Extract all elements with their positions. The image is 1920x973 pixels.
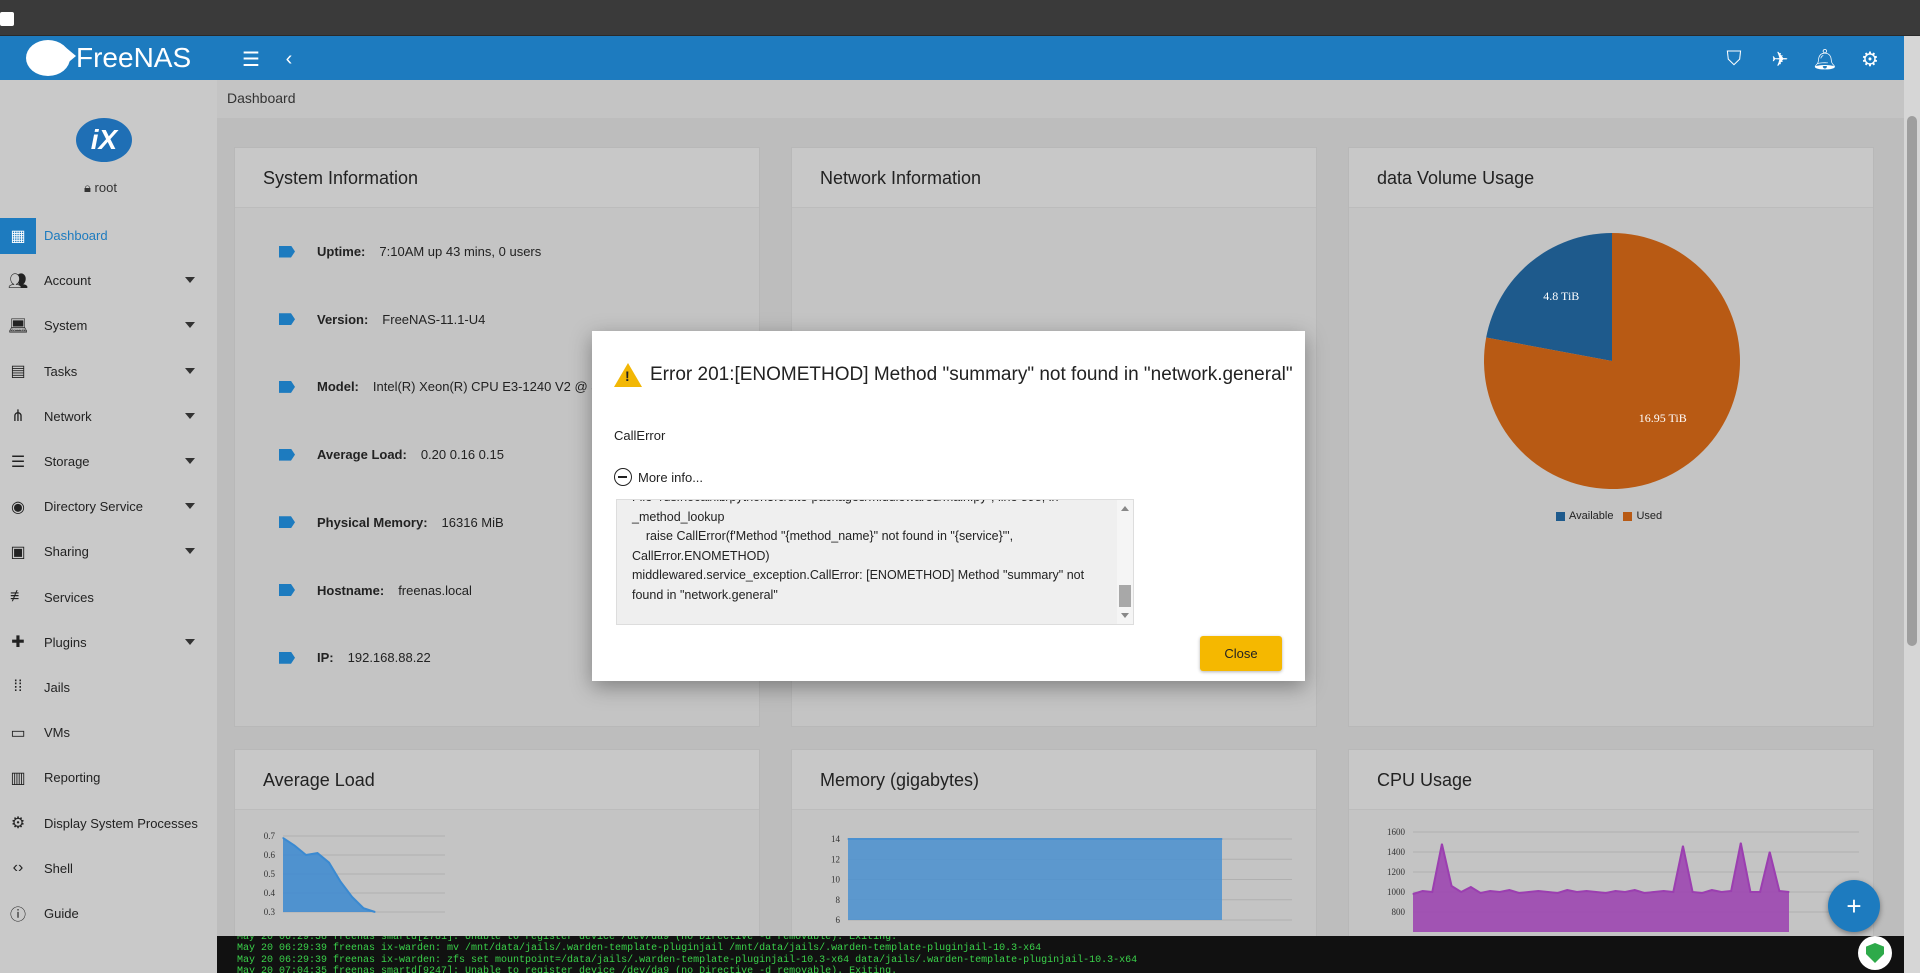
console-line: May 20 06:29:39 freenas ix-warden: zfs s… [237, 954, 1138, 966]
console-lines: May 20 06:29:38 freenas smartd[2781]: Un… [237, 936, 1904, 973]
page-scrollbar[interactable] [1904, 36, 1920, 973]
page-scroll-thumb[interactable] [1907, 116, 1917, 646]
more-info-toggle[interactable]: More info... [614, 468, 703, 486]
stack-trace[interactable]: File "/usr/local/lib/python3.6/site-pack… [616, 499, 1134, 625]
scroll-thumb[interactable] [1119, 585, 1131, 607]
scroll-up-icon[interactable] [1121, 506, 1129, 511]
console-log: May 20 06:29:38 freenas smartd[2781]: Un… [217, 936, 1904, 973]
console-line: May 20 07:04:35 freenas smartd[9247]: Un… [237, 965, 898, 973]
trace-line: _method_lookup [632, 509, 725, 524]
close-button[interactable]: Close [1200, 636, 1282, 671]
dialog-title: Error 201:[ENOMETHOD] Method "summary" n… [614, 363, 1293, 387]
security-shield-icon[interactable] [1858, 936, 1892, 970]
stack-trace-text: File "/usr/local/lib/python3.6/site-pack… [632, 500, 1109, 605]
trace-line: CallError.ENOMETHOD) [632, 548, 770, 563]
more-info-label: More info... [638, 469, 704, 485]
trace-line: raise CallError(f'Method "{method_name}"… [632, 529, 1014, 543]
dialog-title-text: Error 201:[ENOMETHOD] Method "summary" n… [650, 364, 1293, 385]
trace-line: found in "network.general" [632, 587, 778, 602]
stack-trace-scrollbar[interactable] [1117, 500, 1133, 624]
dialog-subtitle: CallError [614, 428, 666, 443]
warning-icon [614, 363, 642, 387]
trace-line: middlewared.service_exception.CallError:… [632, 568, 1085, 582]
trace-line: File "/usr/local/lib/python3.6/site-pack… [632, 500, 1109, 508]
scroll-down-icon[interactable] [1121, 613, 1129, 618]
console-line: May 20 06:29:39 freenas ix-warden: mv /m… [237, 943, 1042, 955]
add-widget-button[interactable]: + [1828, 880, 1880, 932]
error-dialog: Error 201:[ENOMETHOD] Method "summary" n… [592, 331, 1305, 681]
collapse-circle-icon [614, 468, 632, 486]
